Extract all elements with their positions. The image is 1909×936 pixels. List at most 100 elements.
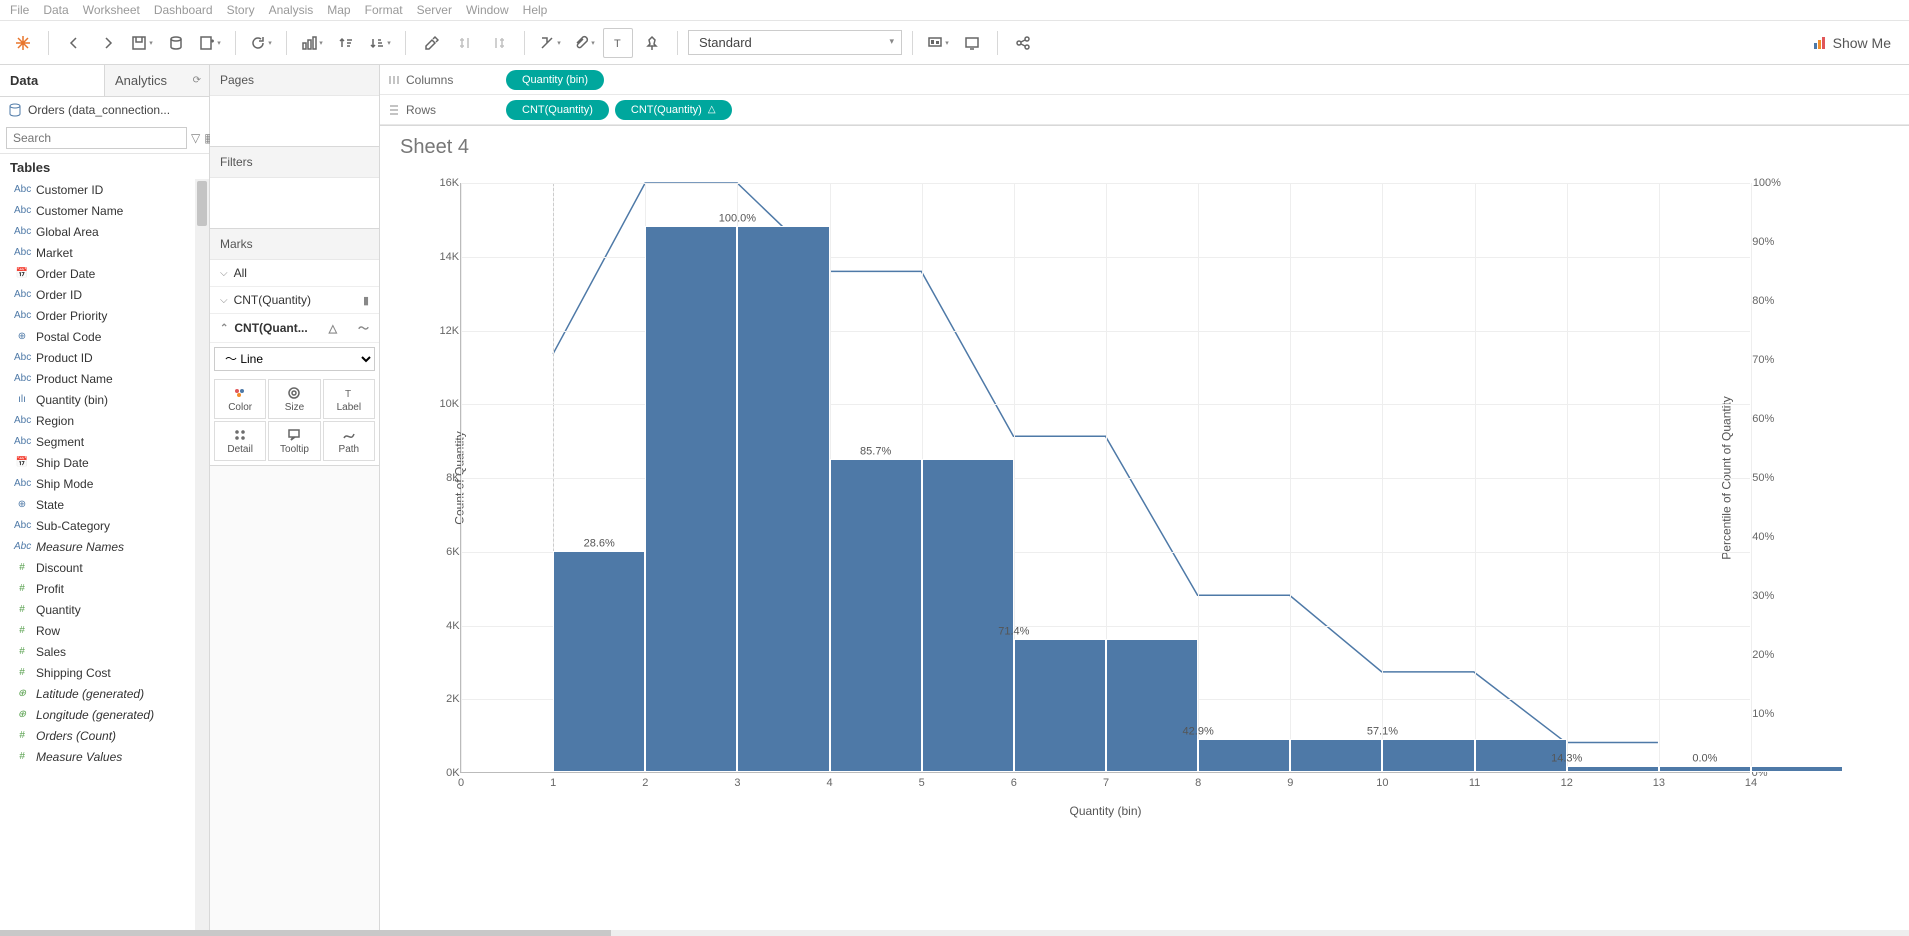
mark-label[interactable]: TLabel bbox=[323, 379, 375, 419]
bar[interactable] bbox=[1198, 739, 1290, 772]
field-market[interactable]: AbcMarket bbox=[0, 242, 209, 263]
scroll-thumb[interactable] bbox=[197, 181, 207, 226]
bar[interactable] bbox=[1751, 766, 1843, 772]
bar[interactable] bbox=[1567, 766, 1659, 772]
mark-path[interactable]: Path bbox=[323, 421, 375, 461]
field-ship-date[interactable]: 📅Ship Date bbox=[0, 452, 209, 473]
share-icon[interactable] bbox=[1008, 28, 1038, 58]
chart[interactable]: Count of Quantity Percentile of Count of… bbox=[400, 163, 1820, 833]
rows-shelf[interactable]: Rows CNT(Quantity) CNT(Quantity)△ bbox=[380, 95, 1909, 125]
field-measure-names[interactable]: AbcMeasure Names bbox=[0, 536, 209, 557]
field-order-id[interactable]: AbcOrder ID bbox=[0, 284, 209, 305]
field-order-priority[interactable]: AbcOrder Priority bbox=[0, 305, 209, 326]
bar[interactable] bbox=[1014, 639, 1106, 772]
ungroup-icon[interactable] bbox=[484, 28, 514, 58]
field-quantity-bin-[interactable]: ılıQuantity (bin) bbox=[0, 389, 209, 410]
bar[interactable] bbox=[737, 226, 829, 772]
bar[interactable] bbox=[645, 226, 737, 772]
menu-format[interactable]: Format bbox=[365, 3, 403, 17]
highlight-icon[interactable] bbox=[416, 28, 446, 58]
columns-shelf[interactable]: Columns Quantity (bin) bbox=[380, 65, 1909, 95]
field-sub-category[interactable]: AbcSub-Category bbox=[0, 515, 209, 536]
field-sales[interactable]: #Sales bbox=[0, 641, 209, 662]
field-profit[interactable]: #Profit bbox=[0, 578, 209, 599]
bar[interactable] bbox=[553, 551, 645, 772]
show-me-button[interactable]: Show Me bbox=[1803, 35, 1901, 51]
show-labels-icon[interactable]: T bbox=[603, 28, 633, 58]
save-icon[interactable] bbox=[127, 28, 157, 58]
filters-shelf[interactable]: Filters bbox=[210, 147, 379, 229]
datasource-row[interactable]: Orders (data_connection... bbox=[0, 97, 209, 123]
new-worksheet-icon[interactable] bbox=[195, 28, 225, 58]
field-customer-id[interactable]: AbcCustomer ID bbox=[0, 179, 209, 200]
field-row[interactable]: #Row bbox=[0, 620, 209, 641]
marks-cnt2[interactable]: ⌃CNT(Quant...△〜 bbox=[210, 314, 379, 343]
bar[interactable] bbox=[830, 459, 922, 772]
menu-server[interactable]: Server bbox=[417, 3, 452, 17]
menu-window[interactable]: Window bbox=[466, 3, 509, 17]
bar[interactable] bbox=[922, 459, 1014, 772]
mark-color[interactable]: Color bbox=[214, 379, 266, 419]
fit-select[interactable] bbox=[688, 30, 902, 55]
device-preview-icon[interactable] bbox=[957, 28, 987, 58]
field-region[interactable]: AbcRegion bbox=[0, 410, 209, 431]
tab-analytics[interactable]: Analytics⟳ bbox=[104, 65, 209, 96]
marklabel-icon[interactable] bbox=[535, 28, 565, 58]
marks-all[interactable]: ⌵All bbox=[210, 260, 379, 287]
menu-data[interactable]: Data bbox=[43, 3, 68, 17]
field-segment[interactable]: AbcSegment bbox=[0, 431, 209, 452]
group-icon[interactable] bbox=[450, 28, 480, 58]
sheet-title[interactable]: Sheet 4 bbox=[400, 136, 1889, 159]
scrollbar[interactable] bbox=[195, 179, 209, 935]
field-latitude-generated-[interactable]: ⊕Latitude (generated) bbox=[0, 683, 209, 704]
sort-asc-icon[interactable] bbox=[331, 28, 361, 58]
field-customer-name[interactable]: AbcCustomer Name bbox=[0, 200, 209, 221]
tableau-logo-icon[interactable] bbox=[8, 28, 38, 58]
marks-cnt1[interactable]: ⌵CNT(Quantity)▮ bbox=[210, 287, 379, 314]
filter-icon[interactable]: ▽ bbox=[191, 130, 200, 146]
bar[interactable] bbox=[1106, 639, 1198, 772]
new-datasource-icon[interactable] bbox=[161, 28, 191, 58]
field-discount[interactable]: #Discount bbox=[0, 557, 209, 578]
mark-tooltip[interactable]: Tooltip bbox=[268, 421, 320, 461]
menu-analysis[interactable]: Analysis bbox=[269, 3, 314, 17]
field-product-name[interactable]: AbcProduct Name bbox=[0, 368, 209, 389]
pin-icon[interactable] bbox=[637, 28, 667, 58]
menu-help[interactable]: Help bbox=[523, 3, 548, 17]
bar[interactable] bbox=[1382, 739, 1474, 772]
search-input[interactable] bbox=[6, 127, 187, 149]
mark-type-select[interactable]: 〜 Line bbox=[214, 347, 375, 371]
tab-data[interactable]: Data bbox=[0, 65, 104, 96]
field-measure-values[interactable]: #Measure Values bbox=[0, 746, 209, 767]
field-product-id[interactable]: AbcProduct ID bbox=[0, 347, 209, 368]
rows-pill-1[interactable]: CNT(Quantity) bbox=[506, 100, 609, 120]
forward-icon[interactable] bbox=[93, 28, 123, 58]
bar[interactable] bbox=[1290, 739, 1382, 772]
fit-dropdown[interactable] bbox=[688, 30, 902, 55]
field-list[interactable]: AbcCustomer IDAbcCustomer NameAbcGlobal … bbox=[0, 179, 209, 935]
menu-dashboard[interactable]: Dashboard bbox=[154, 3, 213, 17]
field-ship-mode[interactable]: AbcShip Mode bbox=[0, 473, 209, 494]
field-postal-code[interactable]: ⊕Postal Code bbox=[0, 326, 209, 347]
menu-worksheet[interactable]: Worksheet bbox=[83, 3, 140, 17]
mark-detail[interactable]: Detail bbox=[214, 421, 266, 461]
sort-desc-icon[interactable] bbox=[365, 28, 395, 58]
field-global-area[interactable]: AbcGlobal Area bbox=[0, 221, 209, 242]
menu-map[interactable]: Map bbox=[327, 3, 350, 17]
mark-size[interactable]: Size bbox=[268, 379, 320, 419]
field-quantity[interactable]: #Quantity bbox=[0, 599, 209, 620]
refresh-icon[interactable] bbox=[246, 28, 276, 58]
rows-pill-2[interactable]: CNT(Quantity)△ bbox=[615, 100, 732, 120]
field-orders-count-[interactable]: #Orders (Count) bbox=[0, 725, 209, 746]
columns-pill[interactable]: Quantity (bin) bbox=[506, 70, 604, 90]
swap-icon[interactable] bbox=[297, 28, 327, 58]
menu-file[interactable]: File bbox=[10, 3, 29, 17]
menu-story[interactable]: Story bbox=[227, 3, 255, 17]
pages-shelf[interactable]: Pages bbox=[210, 65, 379, 147]
field-longitude-generated-[interactable]: ⊕Longitude (generated) bbox=[0, 704, 209, 725]
presentation-icon[interactable] bbox=[923, 28, 953, 58]
back-icon[interactable] bbox=[59, 28, 89, 58]
field-order-date[interactable]: 📅Order Date bbox=[0, 263, 209, 284]
field-shipping-cost[interactable]: #Shipping Cost bbox=[0, 662, 209, 683]
attach-icon[interactable] bbox=[569, 28, 599, 58]
